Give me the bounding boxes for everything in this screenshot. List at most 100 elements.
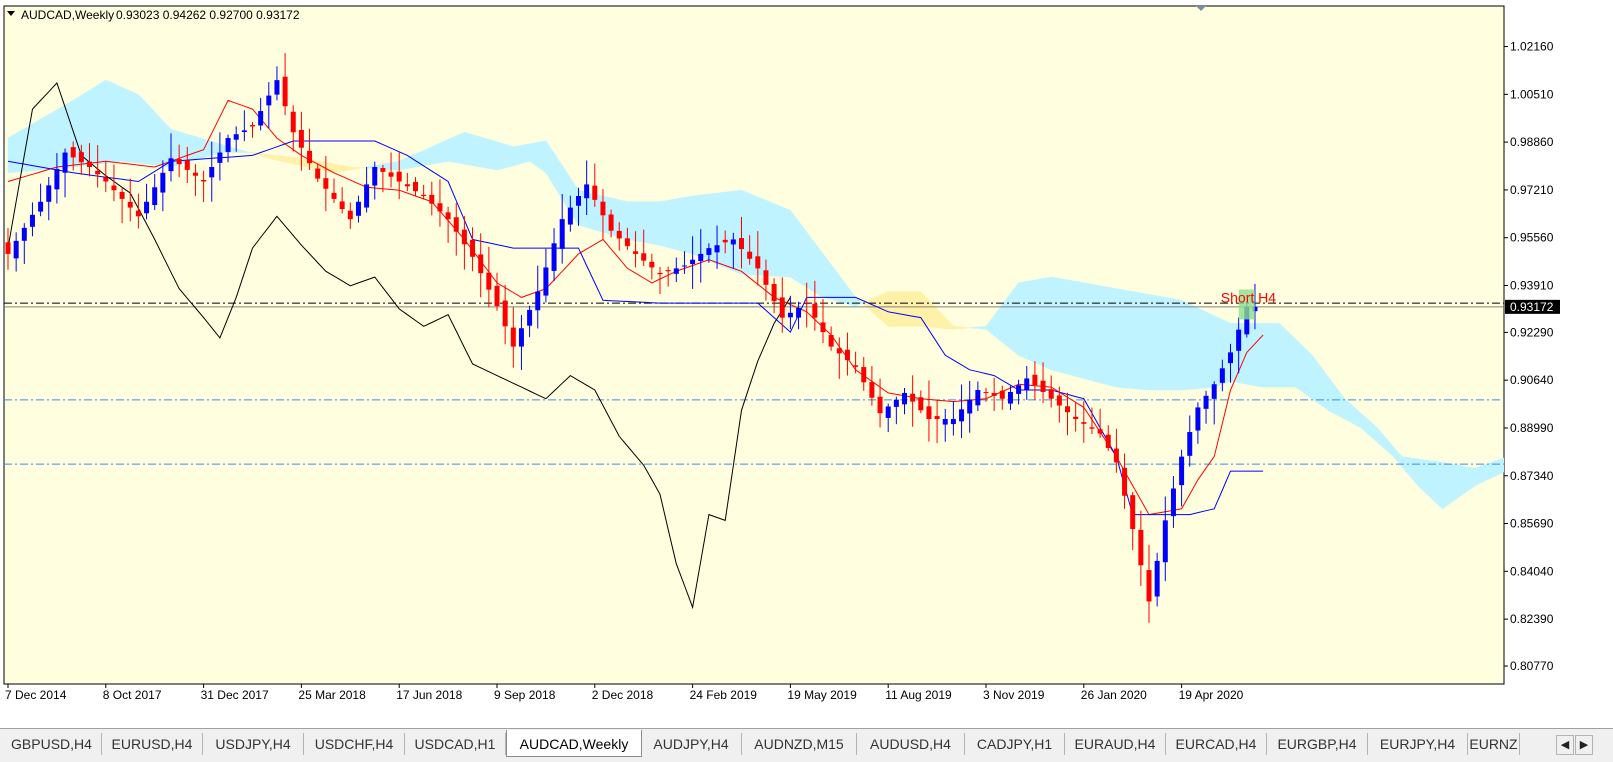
tab-eurcad-h4[interactable]: EURCAD,H4 (1166, 733, 1267, 755)
cloud-segment (692, 194, 702, 258)
candle-body (771, 284, 777, 302)
tab-cadjpy-h1[interactable]: CADJPY,H1 (965, 733, 1065, 755)
cloud-segment (1262, 323, 1272, 388)
symbol-label: AUDCAD,Weekly (21, 8, 114, 22)
candle-body (298, 129, 304, 148)
candle-body (616, 230, 622, 239)
tab-audusd-h4[interactable]: AUDUSD,H4 (857, 733, 965, 755)
cloud-segment (912, 291, 922, 327)
candle-body (13, 240, 19, 259)
candle-body (62, 152, 68, 173)
time-tick-label: 3 Nov 2019 (983, 688, 1045, 702)
candle-body (29, 214, 35, 227)
cloud-segment (627, 201, 636, 242)
cloud-segment (1524, 435, 1532, 463)
cloud-segment (977, 325, 987, 330)
cloud-segment (1124, 289, 1133, 389)
candle-body (1130, 495, 1136, 530)
cloud-segment (1075, 281, 1085, 379)
tab-audnzd-m15[interactable]: AUDNZD,M15 (742, 733, 857, 755)
candle-body (258, 111, 264, 126)
candle-body (559, 219, 565, 249)
candle-body (844, 349, 850, 361)
cloud-segment (333, 163, 343, 174)
cloud-segment (1499, 457, 1504, 475)
candle-body (861, 367, 867, 383)
candle-body (893, 399, 899, 407)
candle-body (233, 134, 239, 140)
chart-window[interactable]: Short H4 1.02160 1.00510 0.98860 0.97210 0.9… (0, 0, 1613, 728)
candle-body (461, 229, 467, 245)
cloud-segment (113, 83, 123, 163)
cloud-segment (521, 143, 530, 164)
candle-body (331, 192, 337, 199)
candle-body (1146, 570, 1152, 602)
candle-body (184, 160, 190, 170)
candle-body (608, 214, 614, 231)
tab-usdchf-h4[interactable]: USDCHF,H4 (304, 733, 405, 755)
cloud-segment (667, 198, 677, 250)
candle-body (869, 382, 875, 398)
tab-gbpusd-h4[interactable]: GBPUSD,H4 (2, 733, 102, 755)
cloud-segment (1442, 462, 1451, 510)
candle-body (975, 390, 981, 406)
tab-eurgbp-h4[interactable]: EURGBP,H4 (1267, 733, 1368, 755)
candle-body (1154, 560, 1160, 597)
candle-body (739, 238, 744, 250)
candle-body (421, 194, 427, 196)
cloud-segment (292, 157, 302, 166)
cloud-segment (1018, 281, 1028, 360)
cloud-segment (659, 199, 669, 248)
candle-body (478, 254, 484, 274)
cloud-segment (48, 109, 58, 170)
tab-audcad-weekly[interactable]: AUDCAD,Weekly (506, 730, 642, 757)
cloud-segment (537, 140, 547, 174)
candle-body (665, 270, 671, 272)
candle-body (902, 392, 907, 405)
candle-body (119, 191, 125, 199)
candle-body (87, 161, 92, 168)
candle-body (144, 201, 150, 214)
tab-usdjpy-h4[interactable]: USDJPY,H4 (203, 733, 304, 755)
tab-eurusd-h4[interactable]: EURUSD,H4 (102, 733, 203, 755)
time-tick-label: 31 Dec 2017 (201, 688, 269, 702)
cloud-segment (643, 201, 653, 245)
tab-audjpy-h4[interactable]: AUDJPY,H4 (641, 733, 742, 755)
chart-canvas[interactable]: Short H4 1.02160 1.00510 0.98860 0.97210 0.9… (0, 0, 1613, 728)
arrow-right-icon[interactable]: ▶ (1575, 735, 1593, 755)
cloud-segment (765, 199, 775, 277)
candle-body (160, 172, 166, 193)
candle-body (201, 179, 207, 182)
candle-body (54, 168, 60, 190)
candle-body (543, 267, 549, 296)
arrow-left-icon[interactable]: ◀ (1556, 735, 1574, 755)
cloud-segment (953, 325, 962, 330)
cloud-segment (480, 136, 490, 169)
cloud-segment (1156, 295, 1166, 391)
tab-usdcad-h1[interactable]: USDCAD,H1 (405, 733, 506, 755)
candle-body (339, 201, 345, 210)
cloud-segment (741, 189, 750, 276)
candle-body (1187, 432, 1193, 456)
candle-body (551, 243, 557, 271)
tab-eurnz[interactable]: EURNZ (1468, 733, 1520, 755)
cloud-segment (1099, 285, 1109, 386)
candle-body (1228, 352, 1233, 364)
candle-body (576, 195, 581, 206)
candle-body (999, 390, 1005, 399)
candle-body (600, 201, 606, 216)
cloud-segment (512, 144, 522, 166)
candle-body (763, 270, 769, 285)
cloud-segment (1434, 460, 1443, 510)
candle-body (657, 272, 663, 275)
tab-euraud-h4[interactable]: EURAUD,H4 (1065, 733, 1166, 755)
ohlc-values: 0.93023 0.94262 0.92700 0.93172 (116, 8, 300, 22)
candle-body (5, 242, 11, 254)
candle-body (250, 125, 255, 127)
cloud-segment (1474, 464, 1484, 487)
cloud-segment (488, 139, 498, 171)
price-tag-label: 0.93172 (1510, 300, 1554, 314)
tab-eurjpy-h4[interactable]: EURJPY,H4 (1368, 733, 1468, 755)
cloud-segment (651, 201, 661, 246)
cloud-segment (798, 220, 808, 288)
